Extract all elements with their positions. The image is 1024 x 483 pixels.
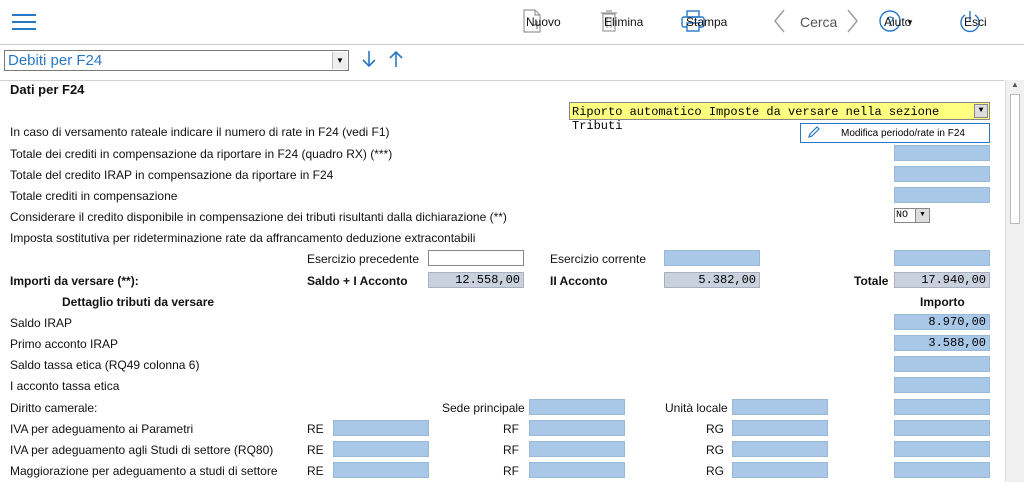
esercizio-corrente-field[interactable] — [664, 250, 760, 266]
scrollbar-thumb[interactable] — [1010, 94, 1020, 224]
iva-parametri-total-field[interactable] — [894, 420, 990, 436]
iva-studi-rf-label: RF — [503, 443, 519, 457]
auto-report-dropdown[interactable]: Riporto automatico Imposte da versare ne… — [569, 102, 990, 133]
iva-studi-re-field[interactable] — [333, 441, 429, 457]
importi-label: Importi da versare (**): — [10, 274, 139, 288]
saldo-irap-label: Saldo IRAP — [10, 316, 73, 330]
iva-studi-label: IVA per adeguamento agli Studi di settor… — [10, 443, 274, 457]
print-button[interactable]: Stampa — [680, 0, 727, 44]
iva-studi-rg-field[interactable] — [732, 441, 828, 457]
section-selector-value: Debiti per F24 — [8, 52, 103, 69]
dropdown-arrow-icon: ▼ — [332, 52, 347, 69]
iva-parametri-re-label: RE — [307, 422, 324, 436]
iva-parametri-label: IVA per adeguamento ai Parametri — [10, 422, 194, 436]
acconto-tassa-label: I acconto tassa etica — [10, 379, 120, 393]
search-label: Cerca — [800, 14, 838, 30]
row-label-totale-crediti: Totale crediti in compensazione — [10, 189, 178, 203]
section-title: Dati per F24 — [10, 82, 85, 97]
unita-locale-field[interactable] — [732, 399, 828, 415]
secondo-acconto-label: II Acconto — [550, 274, 608, 288]
arrow-up-icon[interactable] — [387, 49, 405, 72]
totale-field: 17.940,00 — [894, 272, 990, 288]
selector-bar: Debiti per F24 ▼ — [0, 45, 1024, 79]
new-label: Nuovo — [526, 15, 561, 29]
totale-label: Totale — [854, 274, 889, 288]
saldo-irap-field[interactable]: 8.970,00 — [894, 314, 990, 330]
row-label-considerare: Considerare il credito disponibile in co… — [10, 210, 507, 224]
help-label: Aiuto — [884, 15, 912, 29]
form-content: Dati per F24 Riporto automatico Imposte … — [0, 80, 1004, 483]
exit-label: Esci — [964, 15, 987, 29]
imposta-sostitutiva-field[interactable] — [894, 250, 990, 266]
esercizio-corrente-label: Esercizio corrente — [550, 252, 647, 266]
maggiorazione-rf-field[interactable] — [529, 462, 625, 478]
saldo-acconto-field: 12.558,00 — [428, 272, 524, 288]
secondo-acconto-field: 5.382,00 — [664, 272, 760, 288]
sede-principale-field[interactable] — [529, 399, 625, 415]
delete-label: Elimina — [604, 15, 644, 29]
iva-studi-rg-label: RG — [706, 443, 724, 457]
importo-header: Importo — [920, 295, 965, 309]
iva-studi-re-label: RE — [307, 443, 324, 457]
row-label-imposta-sostitutiva: Imposta sostitutiva per rideterminazione… — [10, 231, 476, 245]
maggiorazione-rg-field[interactable] — [732, 462, 828, 478]
saldo-tassa-field[interactable] — [894, 356, 990, 372]
row-label-crediti-rx: Totale dei crediti in compensazione da r… — [10, 147, 393, 161]
modify-period-label: Modifica periodo/rate in F24 — [841, 127, 965, 139]
acconto-tassa-field[interactable] — [894, 377, 990, 393]
iva-studi-rf-field[interactable] — [529, 441, 625, 457]
iva-parametri-rf-field[interactable] — [529, 420, 625, 436]
pencil-icon — [807, 125, 821, 142]
row-label-credito-irap: Totale del credito IRAP in compensazione… — [10, 168, 334, 182]
maggiorazione-label: Maggiorazione per adeguamento a studi di… — [10, 464, 278, 478]
iva-parametri-rg-label: RG — [706, 422, 724, 436]
modify-period-button[interactable]: Modifica periodo/rate in F24 — [800, 123, 990, 143]
maggiorazione-rg-label: RG — [706, 464, 724, 478]
maggiorazione-rf-label: RF — [503, 464, 519, 478]
maggiorazione-re-label: RE — [307, 464, 324, 478]
iva-parametri-rf-label: RF — [503, 422, 519, 436]
sede-principale-label: Sede principale — [442, 401, 525, 415]
delete-button[interactable]: Elimina — [598, 0, 643, 44]
chevron-left-icon — [772, 8, 786, 37]
primo-acconto-label: Primo acconto IRAP — [10, 337, 119, 351]
vertical-scrollbar[interactable]: ▲ — [1005, 80, 1024, 482]
diritto-camerale-label: Diritto camerale: — [10, 401, 98, 415]
exit-button[interactable]: Esci — [958, 0, 987, 44]
diritto-camerale-field[interactable] — [894, 399, 990, 415]
search-prev-button[interactable] — [772, 0, 786, 44]
primo-acconto-field[interactable]: 3.588,00 — [894, 335, 990, 351]
dropdown-arrow-icon: ▼ — [974, 104, 988, 118]
row-label-rateale: In caso di versamento rateale indicare i… — [10, 125, 390, 139]
considerare-value: NO — [896, 210, 909, 221]
crediti-rx-field[interactable] — [894, 145, 990, 161]
dropdown-arrow-icon: ▼ — [915, 209, 929, 222]
scroll-up-icon[interactable]: ▲ — [1006, 80, 1024, 92]
arrow-down-icon[interactable] — [360, 49, 378, 72]
considerare-select[interactable]: NO ▼ — [894, 208, 930, 223]
esercizio-precedente-label: Esercizio precedente — [307, 252, 420, 266]
chevron-right-icon — [846, 8, 860, 37]
esercizio-precedente-field[interactable] — [428, 250, 524, 266]
maggiorazione-total-field[interactable] — [894, 462, 990, 478]
toolbar: Nuovo Elimina Stampa Cerca ? Aiuto ▼ Esc… — [0, 0, 1024, 45]
search-next-button[interactable] — [846, 0, 860, 44]
saldo-acconto-label: Saldo + I Acconto — [307, 274, 408, 288]
dettaglio-header: Dettaglio tributi da versare — [62, 295, 215, 309]
totale-crediti-field[interactable] — [894, 187, 990, 203]
iva-parametri-rg-field[interactable] — [732, 420, 828, 436]
credito-irap-field[interactable] — [894, 166, 990, 182]
search-label-item: Cerca — [800, 0, 837, 44]
new-button[interactable]: Nuovo — [520, 0, 561, 44]
hamburger-menu-icon[interactable] — [12, 12, 36, 32]
iva-parametri-re-field[interactable] — [333, 420, 429, 436]
unita-locale-label: Unità locale — [665, 401, 728, 415]
saldo-tassa-label: Saldo tassa etica (RQ49 colonna 6) — [10, 358, 200, 372]
iva-studi-total-field[interactable] — [894, 441, 990, 457]
help-button[interactable]: ? Aiuto ▼ — [878, 0, 914, 44]
section-selector[interactable]: Debiti per F24 ▼ — [4, 50, 349, 71]
maggiorazione-re-field[interactable] — [333, 462, 429, 478]
print-label: Stampa — [686, 15, 728, 29]
